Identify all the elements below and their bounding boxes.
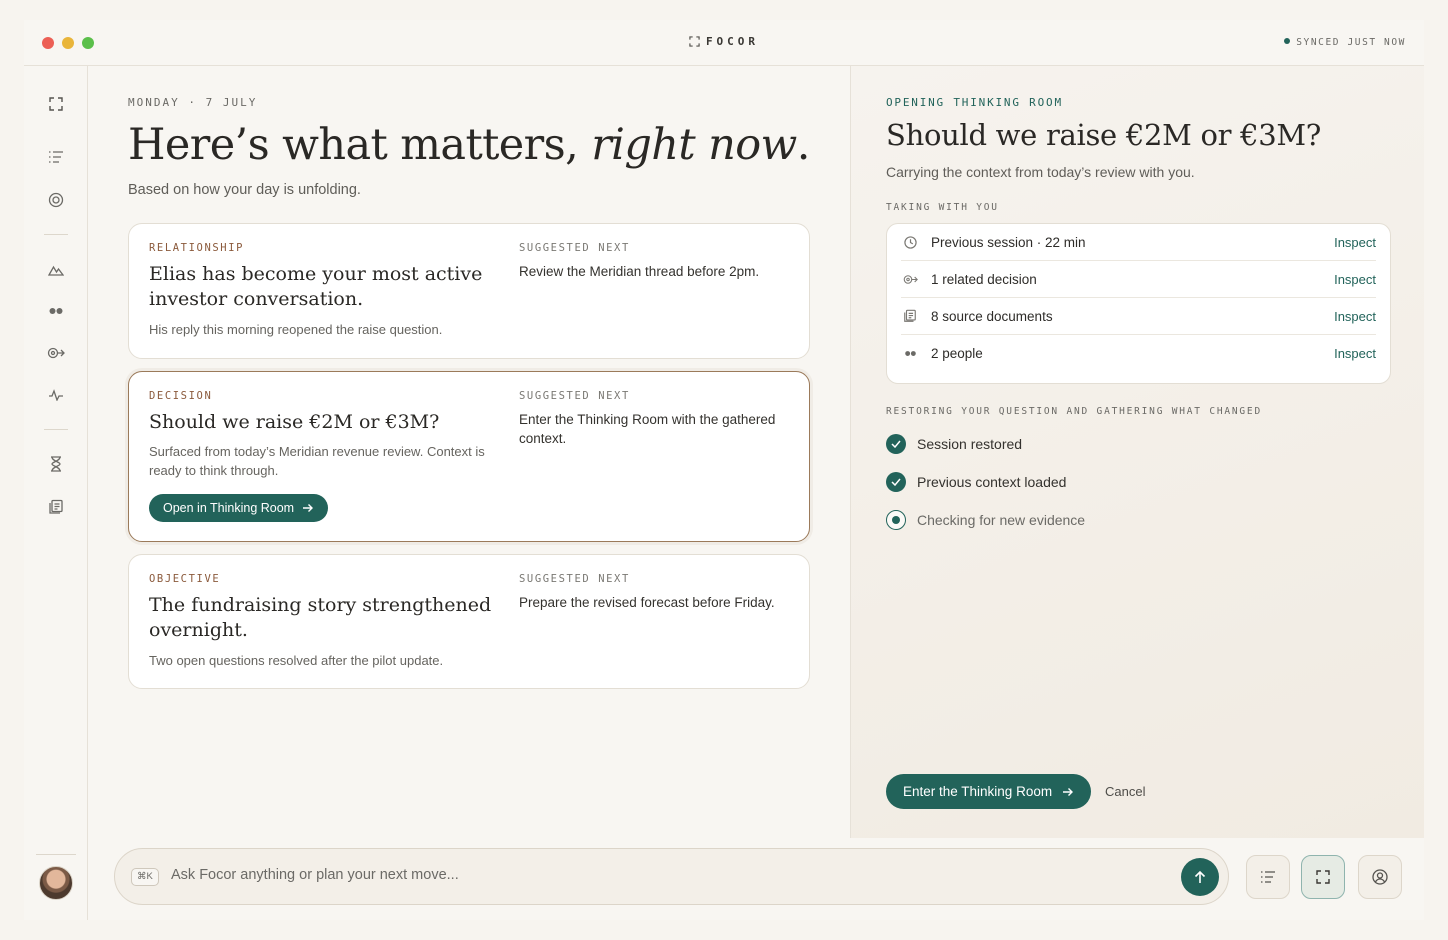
sync-status-text: SYNCED JUST NOW [1296, 37, 1406, 48]
step-label: Session restored [917, 436, 1023, 452]
user-circle-icon [1372, 869, 1388, 885]
focus-icon [689, 36, 700, 50]
card-tag: DECISION [149, 390, 213, 402]
list-icon[interactable] [44, 145, 68, 169]
focus-view-button[interactable] [1301, 855, 1345, 899]
context-item-decision: 1 related decision Inspect [901, 261, 1376, 298]
app-window: FOCOR SYNCED JUST NOW MONDAY · 7 JULY He… [24, 20, 1424, 920]
inspect-documents-link[interactable]: Inspect [1334, 309, 1376, 324]
progress-step-pending: Checking for new evidence [886, 510, 1085, 530]
documents-icon[interactable] [44, 495, 68, 519]
step-label: Checking for new evidence [917, 512, 1086, 528]
card-title: The fundraising story strengthened overn… [149, 594, 492, 641]
suggested-next-label: SUGGESTED NEXT [519, 390, 630, 402]
panel-eyebrow: OPENING THINKING ROOM [886, 96, 1063, 109]
user-avatar[interactable] [39, 866, 73, 900]
headline-end: . [796, 120, 811, 170]
list-view-button[interactable] [1246, 855, 1290, 899]
arrow-right-icon [303, 504, 314, 512]
sidebar [24, 66, 88, 920]
link-arrow-icon[interactable] [44, 341, 68, 365]
documents-icon [902, 308, 918, 324]
check-icon [886, 472, 906, 492]
target-icon[interactable] [44, 188, 68, 212]
suggested-next-text: Prepare the revised forecast before Frid… [519, 595, 775, 610]
sidebar-divider [44, 234, 68, 235]
card-body: Two open questions resolved after the pi… [149, 653, 444, 668]
suggested-next-text: Enter the Thinking Room with the gathere… [519, 412, 776, 446]
enter-thinking-room-button[interactable]: Enter the Thinking Room [886, 774, 1092, 809]
card-body: Surfaced from today’s Meridian revenue r… [149, 444, 485, 478]
ask-input-field[interactable]: ⌘K Ask Focor anything or plan your next … [114, 848, 1229, 905]
open-in-thinking-room-button[interactable]: Open in Thinking Room [149, 494, 329, 522]
suggested-next-label: SUGGESTED NEXT [519, 573, 630, 585]
headline-emphasis: right now [591, 120, 797, 170]
thinking-room-panel: OPENING THINKING ROOM Should we raise €2… [850, 66, 1424, 838]
sync-dot-icon [1284, 38, 1291, 44]
suggested-next-text: Review the Meridian thread before 2pm. [519, 264, 760, 279]
panel-title: Should we raise €2M or €3M? [886, 118, 1322, 152]
inspect-people-link[interactable]: Inspect [1334, 346, 1376, 361]
context-items-list: Previous session · 22 min Inspect 1 rela… [886, 223, 1391, 384]
send-button[interactable] [1181, 858, 1219, 896]
sidebar-divider [36, 854, 76, 855]
progress-step-done: Session restored [886, 434, 1022, 454]
inspect-session-link[interactable]: Inspect [1334, 235, 1376, 250]
relationship-card[interactable]: RELATIONSHIP Elias has become your most … [128, 223, 810, 359]
headline-start: Here’s what matters, [128, 120, 592, 170]
suggested-next-label: SUGGESTED NEXT [519, 242, 630, 254]
step-label: Previous context loaded [917, 474, 1067, 490]
people-icon [902, 346, 918, 362]
page-headline: Here’s what matters, right now. [128, 120, 810, 170]
arrow-right-icon [1063, 787, 1074, 796]
main-content: MONDAY · 7 JULY Here’s what matters, rig… [88, 66, 850, 838]
context-item-label: 8 source documents [931, 308, 1053, 324]
focus-icon [1316, 870, 1330, 884]
context-item-documents: 8 source documents Inspect [901, 298, 1376, 335]
page-subhead: Based on how your day is unfolding. [128, 182, 361, 198]
card-title: Should we raise €2M or €3M? [149, 411, 440, 433]
profile-button[interactable] [1358, 855, 1402, 899]
restoring-label: RESTORING YOUR QUESTION AND GATHERING WH… [886, 406, 1262, 417]
context-item-label: 1 related decision [931, 271, 1037, 287]
objective-card[interactable]: OBJECTIVE The fundraising story strength… [128, 554, 810, 689]
list-icon [1261, 871, 1275, 883]
command-bar: ⌘K Ask Focor anything or plan your next … [88, 838, 1424, 920]
brand-name: FOCOR [705, 35, 760, 48]
context-item-people: 2 people Inspect [901, 335, 1376, 372]
progress-step-done: Previous context loaded [886, 472, 1066, 492]
context-item-session: Previous session · 22 min Inspect [901, 224, 1376, 261]
button-label: Open in Thinking Room [163, 501, 295, 515]
check-icon [886, 434, 906, 454]
taking-with-you-label: TAKING WITH YOU [886, 202, 999, 213]
ask-input-placeholder: Ask Focor anything or plan your next mov… [171, 867, 459, 883]
sidebar-divider [44, 429, 68, 430]
arrow-up-icon [1194, 870, 1206, 883]
in-progress-icon [886, 510, 906, 530]
mountain-icon[interactable] [44, 258, 68, 282]
clock-icon [902, 234, 918, 250]
button-label: Enter the Thinking Room [903, 784, 1053, 799]
sync-status: SYNCED JUST NOW [1284, 37, 1406, 48]
hourglass-icon[interactable] [44, 452, 68, 476]
pulse-icon[interactable] [44, 383, 68, 407]
decision-card[interactable]: DECISION Should we raise €2M or €3M? Sur… [128, 371, 810, 542]
card-body: His reply this morning reopened the rais… [149, 322, 443, 337]
focus-icon[interactable] [44, 92, 68, 116]
shortcut-badge: ⌘K [131, 868, 159, 886]
link-arrow-icon [902, 271, 918, 287]
panel-subtitle: Carrying the context from today’s review… [886, 164, 1195, 180]
card-tag: RELATIONSHIP [149, 242, 245, 254]
date-label: MONDAY · 7 JULY [128, 96, 258, 109]
card-title: Elias has become your most active invest… [149, 263, 483, 310]
people-icon[interactable] [44, 299, 68, 323]
cancel-button[interactable]: Cancel [1105, 784, 1145, 799]
card-tag: OBJECTIVE [149, 573, 221, 585]
title-bar: FOCOR SYNCED JUST NOW [24, 20, 1424, 66]
app-brand: FOCOR [24, 35, 1424, 50]
context-item-label: Previous session · 22 min [931, 234, 1086, 250]
inspect-decision-link[interactable]: Inspect [1334, 272, 1376, 287]
context-item-label: 2 people [931, 346, 983, 361]
